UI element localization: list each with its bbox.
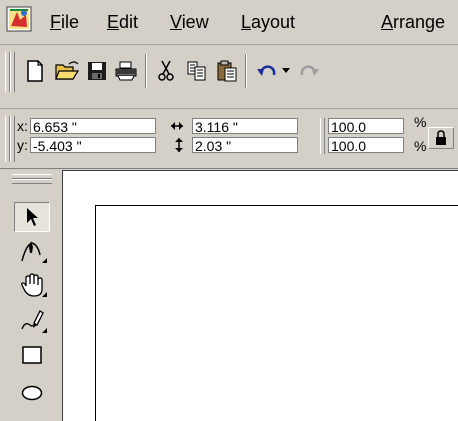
flyout-arrow-icon (42, 328, 47, 333)
menu-mnemonic: V (170, 12, 182, 32)
menu-arrange[interactable]: Arrange (381, 11, 445, 33)
copy-button[interactable] (182, 56, 212, 86)
height-arrow-icon (175, 138, 183, 152)
flyout-arrow-icon (42, 292, 47, 297)
scale-y-field[interactable]: 100.0 (328, 137, 404, 153)
paste-icon (217, 60, 237, 82)
shape-tool-icon (21, 241, 41, 262)
percent-symbol-x: % (414, 114, 427, 130)
shape-tool[interactable] (14, 236, 50, 266)
width-field[interactable]: 3.116 " (192, 118, 298, 134)
menu-layout[interactable]: Layout (241, 11, 295, 33)
rectangle-tool-icon (22, 346, 42, 364)
toolbox (0, 170, 63, 421)
copy-icon (187, 61, 206, 81)
scale-x-field[interactable]: 100.0 (328, 118, 404, 134)
save-icon (88, 62, 106, 80)
page-border (95, 205, 458, 421)
menu-mnemonic: E (107, 12, 120, 32)
pick-tool-icon (27, 208, 38, 226)
pan-tool[interactable] (14, 270, 50, 300)
undo-dropdown-button[interactable] (278, 56, 294, 86)
print-button[interactable] (111, 56, 141, 86)
pick-tool[interactable] (14, 202, 50, 232)
menu-mnemonic: L (241, 12, 252, 32)
menu-label: ayout (251, 12, 296, 32)
ellipse-tool[interactable] (14, 378, 50, 408)
menu-view[interactable]: View (170, 11, 209, 33)
toolbox-grip[interactable] (12, 179, 52, 184)
property-bar: x: 6.653 " y: -5.403 " 3.116 " 2.03 " 10… (0, 110, 458, 169)
x-position-field[interactable]: 6.653 " (30, 118, 156, 134)
freehand-tool[interactable] (14, 306, 50, 336)
open-icon (55, 61, 80, 80)
undo-icon (257, 65, 276, 76)
menu-label: rrange (393, 12, 446, 32)
lock-icon (436, 130, 446, 145)
new-icon (27, 60, 43, 82)
redo-button[interactable] (296, 56, 322, 86)
percent-symbol-y: % (414, 138, 427, 154)
menu-label: dit (119, 12, 139, 32)
open-button[interactable] (52, 56, 82, 86)
redo-icon (300, 65, 319, 76)
menu-label: ile (61, 12, 80, 32)
flyout-arrow-icon (42, 258, 47, 263)
menu-mnemonic: A (381, 12, 394, 32)
proportional-lock-button[interactable] (428, 127, 454, 149)
menu-mnemonic: F (50, 12, 61, 32)
height-field[interactable]: 2.03 " (192, 137, 298, 153)
undo-dropdown-icon (282, 68, 290, 73)
toolbar-separator (245, 54, 247, 88)
x-label: x: (17, 118, 28, 134)
menu-bar: File Edit View Layout Arrange (0, 0, 458, 45)
save-button[interactable] (82, 56, 112, 86)
menu-edit[interactable]: Edit (107, 11, 138, 33)
standard-toolbar (0, 46, 458, 109)
width-arrow-icon (171, 122, 183, 130)
field-divider (320, 118, 325, 154)
print-icon (115, 61, 137, 81)
y-position-field[interactable]: -5.403 " (30, 137, 156, 153)
menu-file[interactable]: File (50, 11, 79, 33)
y-label: y: (17, 137, 28, 153)
toolbar-grip[interactable] (10, 116, 15, 162)
freehand-tool-icon (21, 310, 44, 330)
new-button[interactable] (20, 56, 50, 86)
paste-button[interactable] (212, 56, 242, 86)
rectangle-tool[interactable] (14, 340, 50, 370)
cut-icon (158, 60, 174, 81)
toolbar-grip[interactable] (10, 52, 15, 92)
app-icon[interactable] (6, 6, 32, 32)
ellipse-tool-icon (21, 385, 43, 401)
toolbar-separator (145, 54, 147, 88)
cut-button[interactable] (151, 56, 181, 86)
menu-label: iew (181, 12, 209, 32)
pan-tool-icon (21, 273, 43, 297)
